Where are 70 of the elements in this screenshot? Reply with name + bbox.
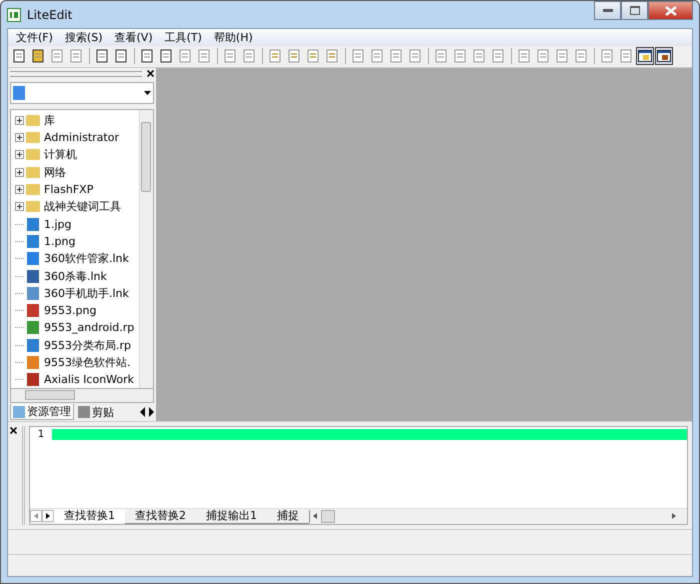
caret-icon: [144, 90, 151, 95]
tree-item[interactable]: FlashFXP: [44, 183, 94, 196]
file-icon: [27, 373, 39, 386]
close-button[interactable]: [648, 1, 693, 20]
output-tab[interactable]: 查找替换2: [125, 508, 196, 524]
file-icon: [27, 270, 39, 283]
file-icon: [27, 321, 39, 334]
scrollbar-thumb[interactable]: [321, 510, 335, 522]
tab-scroll-arrows-icon[interactable]: [140, 407, 154, 418]
tree-item[interactable]: 战神关键词工具: [44, 199, 121, 214]
panel-tab[interactable]: 资源管理: [10, 404, 74, 420]
folder-icon: [26, 184, 40, 196]
minimize-icon: [602, 8, 612, 12]
output-tab[interactable]: 捕捉输出1: [196, 508, 267, 524]
tree-item[interactable]: 360手机助手.lnk: [44, 286, 129, 301]
tree-item[interactable]: 9553_android.rp: [44, 321, 134, 334]
tree-item[interactable]: Administrator: [44, 131, 119, 144]
tree-item[interactable]: 1.png: [44, 234, 76, 248]
folder-icon: [26, 201, 40, 212]
close-icon[interactable]: [10, 427, 17, 434]
panel-tab[interactable]: 剪贴: [76, 404, 116, 420]
right-arrow-icon[interactable]: [672, 513, 676, 519]
vertical-scrollbar[interactable]: [139, 110, 153, 388]
folder-icon: [26, 114, 40, 126]
file-icon: [27, 252, 39, 266]
file-icon: [27, 338, 39, 352]
tree-item[interactable]: Axialis IconWork: [44, 373, 134, 386]
tree-item[interactable]: 计算机: [44, 147, 77, 162]
folder-icon: [26, 132, 40, 144]
menu-item[interactable]: 帮助(H): [208, 30, 259, 45]
expand-icon[interactable]: [15, 202, 24, 212]
file-icon: [27, 234, 39, 248]
close-icon[interactable]: [145, 70, 154, 78]
file-icon: [27, 218, 39, 231]
left-arrow-icon: [34, 513, 38, 519]
menu-item[interactable]: 查看(V): [108, 30, 159, 45]
tree-item[interactable]: 360杀毒.lnk: [44, 268, 107, 284]
expand-icon[interactable]: [15, 116, 24, 125]
tree-item[interactable]: 9553分类布局.rp: [44, 338, 131, 353]
menu-item[interactable]: 文件(F): [10, 30, 59, 45]
minimize-button[interactable]: [594, 1, 621, 20]
output-tab[interactable]: 查找替换1: [54, 509, 125, 523]
maximize-icon: [630, 6, 640, 15]
menu-item[interactable]: 工具(T): [158, 30, 208, 45]
line-number: 1: [36, 429, 46, 440]
expand-icon[interactable]: [15, 150, 24, 160]
tree-item[interactable]: 1.jpg: [44, 218, 72, 231]
output-tab[interactable]: 捕捉: [267, 508, 309, 524]
file-icon: [27, 304, 39, 318]
maximize-button[interactable]: [621, 1, 648, 20]
right-arrow-icon: [46, 513, 50, 519]
folder-icon: [26, 166, 40, 178]
app-logo-icon: [7, 8, 21, 22]
tree-item[interactable]: 库: [44, 112, 55, 128]
tree-item[interactable]: 网络: [44, 164, 66, 180]
expand-icon[interactable]: [15, 168, 24, 177]
file-icon: [27, 356, 39, 369]
expand-icon[interactable]: [15, 185, 24, 194]
window-title: LiteEdit: [27, 8, 72, 22]
expand-icon[interactable]: [15, 133, 24, 142]
tree-item[interactable]: 9553绿色软件站.: [44, 355, 130, 370]
folder-icon: [26, 149, 40, 160]
file-icon: [27, 286, 39, 300]
close-icon: [664, 6, 676, 16]
horizontal-scrollbar[interactable]: [10, 389, 154, 404]
menu-item[interactable]: 搜索(S): [58, 30, 108, 45]
tree-item[interactable]: 9553.png: [44, 304, 96, 318]
tab-right-button[interactable]: [42, 510, 54, 522]
left-arrow-icon[interactable]: [313, 513, 317, 519]
tree-item[interactable]: 360软件管家.lnk: [44, 251, 129, 266]
